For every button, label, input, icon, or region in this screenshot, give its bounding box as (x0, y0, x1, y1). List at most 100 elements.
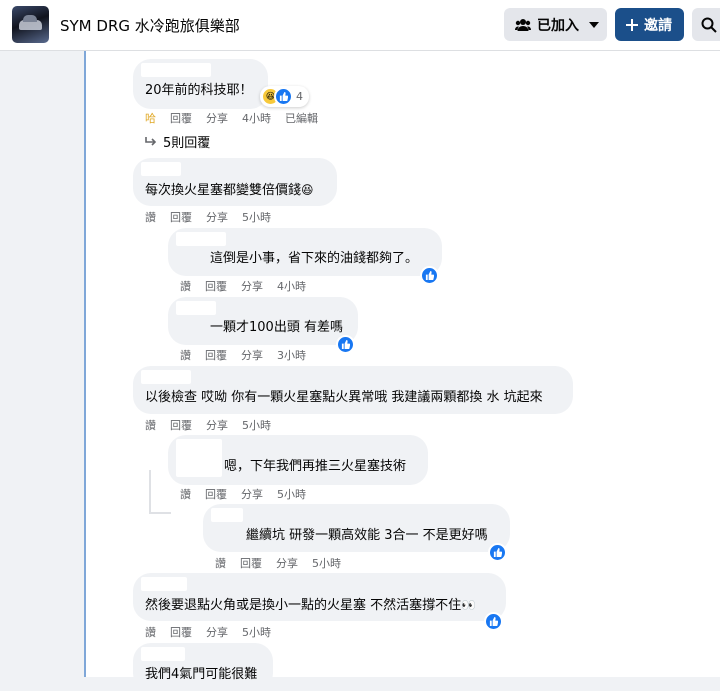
like-button[interactable]: 讚 (180, 280, 191, 293)
comment-actions: 讚 回覆 分享 5小時 (145, 624, 285, 640)
search-icon (701, 17, 717, 33)
group-avatar[interactable] (12, 6, 49, 43)
timestamp[interactable]: 4小時 (242, 112, 271, 125)
reply-button[interactable]: 回覆 (170, 211, 192, 224)
more-replies-label: 5則回覆 (163, 136, 211, 151)
share-button[interactable]: 分享 (241, 280, 263, 293)
reaction-count: 4 (296, 90, 303, 103)
like-reaction-icon (420, 266, 439, 285)
commenter-name[interactable] (141, 577, 187, 591)
like-reaction-icon (274, 87, 293, 106)
reply-bubble: 繼續坑 研發一顆高效能 3合一 不是更好嗎 (203, 504, 510, 552)
comment-actions: 讚 回覆 分享 5小時 (145, 417, 285, 433)
share-button[interactable]: 分享 (206, 626, 228, 639)
timestamp[interactable]: 5小時 (242, 626, 271, 639)
reply-button[interactable]: 回覆 (240, 557, 262, 570)
timestamp[interactable]: 5小時 (277, 488, 306, 501)
reply-button[interactable]: 回覆 (170, 419, 192, 432)
share-button[interactable]: 分享 (206, 419, 228, 432)
timestamp[interactable]: 5小時 (242, 419, 271, 432)
comment-text: 一顆才100出頭 有差嗎 (210, 320, 343, 335)
invite-label: 邀請 (644, 17, 672, 34)
like-button[interactable]: 讚 (180, 349, 191, 362)
share-button[interactable]: 分享 (206, 112, 228, 125)
post-highlight-border (84, 51, 86, 677)
reaction-summary[interactable] (336, 335, 355, 354)
reply-bubble: 嗯，下年我們再推三火星塞技術 (168, 435, 428, 485)
like-button[interactable]: 讚 (180, 488, 191, 501)
group-title[interactable]: SYM DRG 水冷跑旅俱樂部 (60, 15, 240, 36)
reply-button[interactable]: 回覆 (205, 488, 227, 501)
comment-actions: 讚 回覆 分享 5小時 (215, 555, 355, 571)
reaction-button[interactable]: 哈 (145, 112, 156, 125)
reply-button[interactable]: 回覆 (205, 349, 227, 362)
thread-connector (149, 512, 171, 514)
timestamp[interactable]: 5小時 (312, 557, 341, 570)
comment-bubble: 20年前的科技耶！ (133, 59, 268, 109)
comment-bubble: 然後要退點火角或是換小一點的火星塞 不然活塞撐不住👀 (133, 573, 506, 621)
commenter-name[interactable] (141, 647, 185, 661)
comment-text: 以後檢查 哎呦 你有一顆火星塞點火異常哦 我建議兩顆都換 水 坑起來 (145, 390, 543, 405)
people-icon (515, 18, 531, 31)
eyes-emoji-icon: 👀 (461, 598, 477, 612)
timestamp[interactable]: 4小時 (277, 280, 306, 293)
reply-button[interactable]: 回覆 (205, 280, 227, 293)
comment-text: 然後要退點火角或是換小一點的火星塞 不然活塞撐不住👀 (145, 598, 477, 613)
comment-actions: 讚 回覆 分享 4小時 (180, 278, 320, 294)
comment-actions: 讚 回覆 分享 5小時 (180, 486, 320, 502)
comment-bubble: 以後檢查 哎呦 你有一顆火星塞點火異常哦 我建議兩顆都換 水 坑起來 (133, 366, 573, 414)
like-button[interactable]: 讚 (145, 419, 156, 432)
reply-bubble: 一顆才100出頭 有差嗎 (168, 297, 358, 345)
view-more-replies[interactable]: 5則回覆 (145, 132, 210, 151)
plus-icon (626, 18, 638, 31)
like-button[interactable]: 讚 (215, 557, 226, 570)
comment-bubble: 我們4氣門可能很難 (133, 643, 273, 691)
share-button[interactable]: 分享 (241, 349, 263, 362)
invite-button[interactable]: 邀請 (615, 8, 684, 41)
comment-text: 嗯，下年我們再推三火星塞技術 (224, 459, 407, 474)
like-reaction-icon (484, 612, 503, 631)
reaction-box: 😆 4 (260, 86, 309, 107)
commenter-name[interactable] (141, 162, 181, 176)
search-button[interactable] (692, 8, 720, 41)
comment-text: 每次換火星塞都變雙倍價錢😆 (145, 183, 314, 198)
comment-actions: 讚 回覆 分享 5小時 (145, 209, 285, 225)
like-button[interactable]: 讚 (145, 211, 156, 224)
reaction-summary[interactable] (484, 612, 503, 631)
timestamp[interactable]: 3小時 (277, 349, 306, 362)
thread-connector (149, 470, 151, 514)
commenter-name[interactable] (141, 370, 191, 384)
comment-text: 我們4氣門可能很難 (145, 667, 258, 682)
reaction-summary[interactable]: 😆 4 (260, 86, 309, 107)
reply-arrow-icon (145, 137, 157, 146)
commenter-name[interactable] (176, 301, 216, 315)
comment-text: 這倒是小事，省下來的油錢都夠了。 (210, 251, 419, 266)
like-button[interactable]: 讚 (145, 626, 156, 639)
comment-bubble: 每次換火星塞都變雙倍價錢😆 (133, 158, 337, 206)
group-header-bar: SYM DRG 水冷跑旅俱樂部 已加入 邀請 (0, 0, 720, 51)
share-button[interactable]: 分享 (276, 557, 298, 570)
joined-button[interactable]: 已加入 (504, 8, 607, 41)
share-button[interactable]: 分享 (241, 488, 263, 501)
comment-text: 繼續坑 研發一顆高效能 3合一 不是更好嗎 (246, 528, 488, 543)
reply-button[interactable]: 回覆 (170, 626, 192, 639)
like-reaction-icon (336, 335, 355, 354)
commenter-name[interactable] (211, 508, 243, 522)
like-reaction-icon (488, 543, 507, 562)
joined-label: 已加入 (537, 17, 579, 34)
edited-label: 已編輯 (285, 112, 318, 125)
commenter-name[interactable] (176, 232, 226, 246)
laughing-emoji-icon: 😆 (301, 183, 314, 197)
timestamp[interactable]: 5小時 (242, 211, 271, 224)
share-button[interactable]: 分享 (206, 211, 228, 224)
commenter-name[interactable] (176, 439, 222, 477)
reaction-summary[interactable] (420, 266, 439, 285)
car-icon (19, 15, 42, 30)
comment-text: 20年前的科技耶！ (145, 83, 253, 98)
reply-button[interactable]: 回覆 (170, 112, 192, 125)
comment-actions: 讚 回覆 分享 3小時 (180, 347, 320, 363)
caret-down-icon (589, 21, 599, 28)
reaction-summary[interactable] (488, 543, 507, 562)
commenter-name[interactable] (141, 63, 211, 77)
comment-actions: 哈 回覆 分享 4小時 已編輯 (145, 110, 332, 126)
